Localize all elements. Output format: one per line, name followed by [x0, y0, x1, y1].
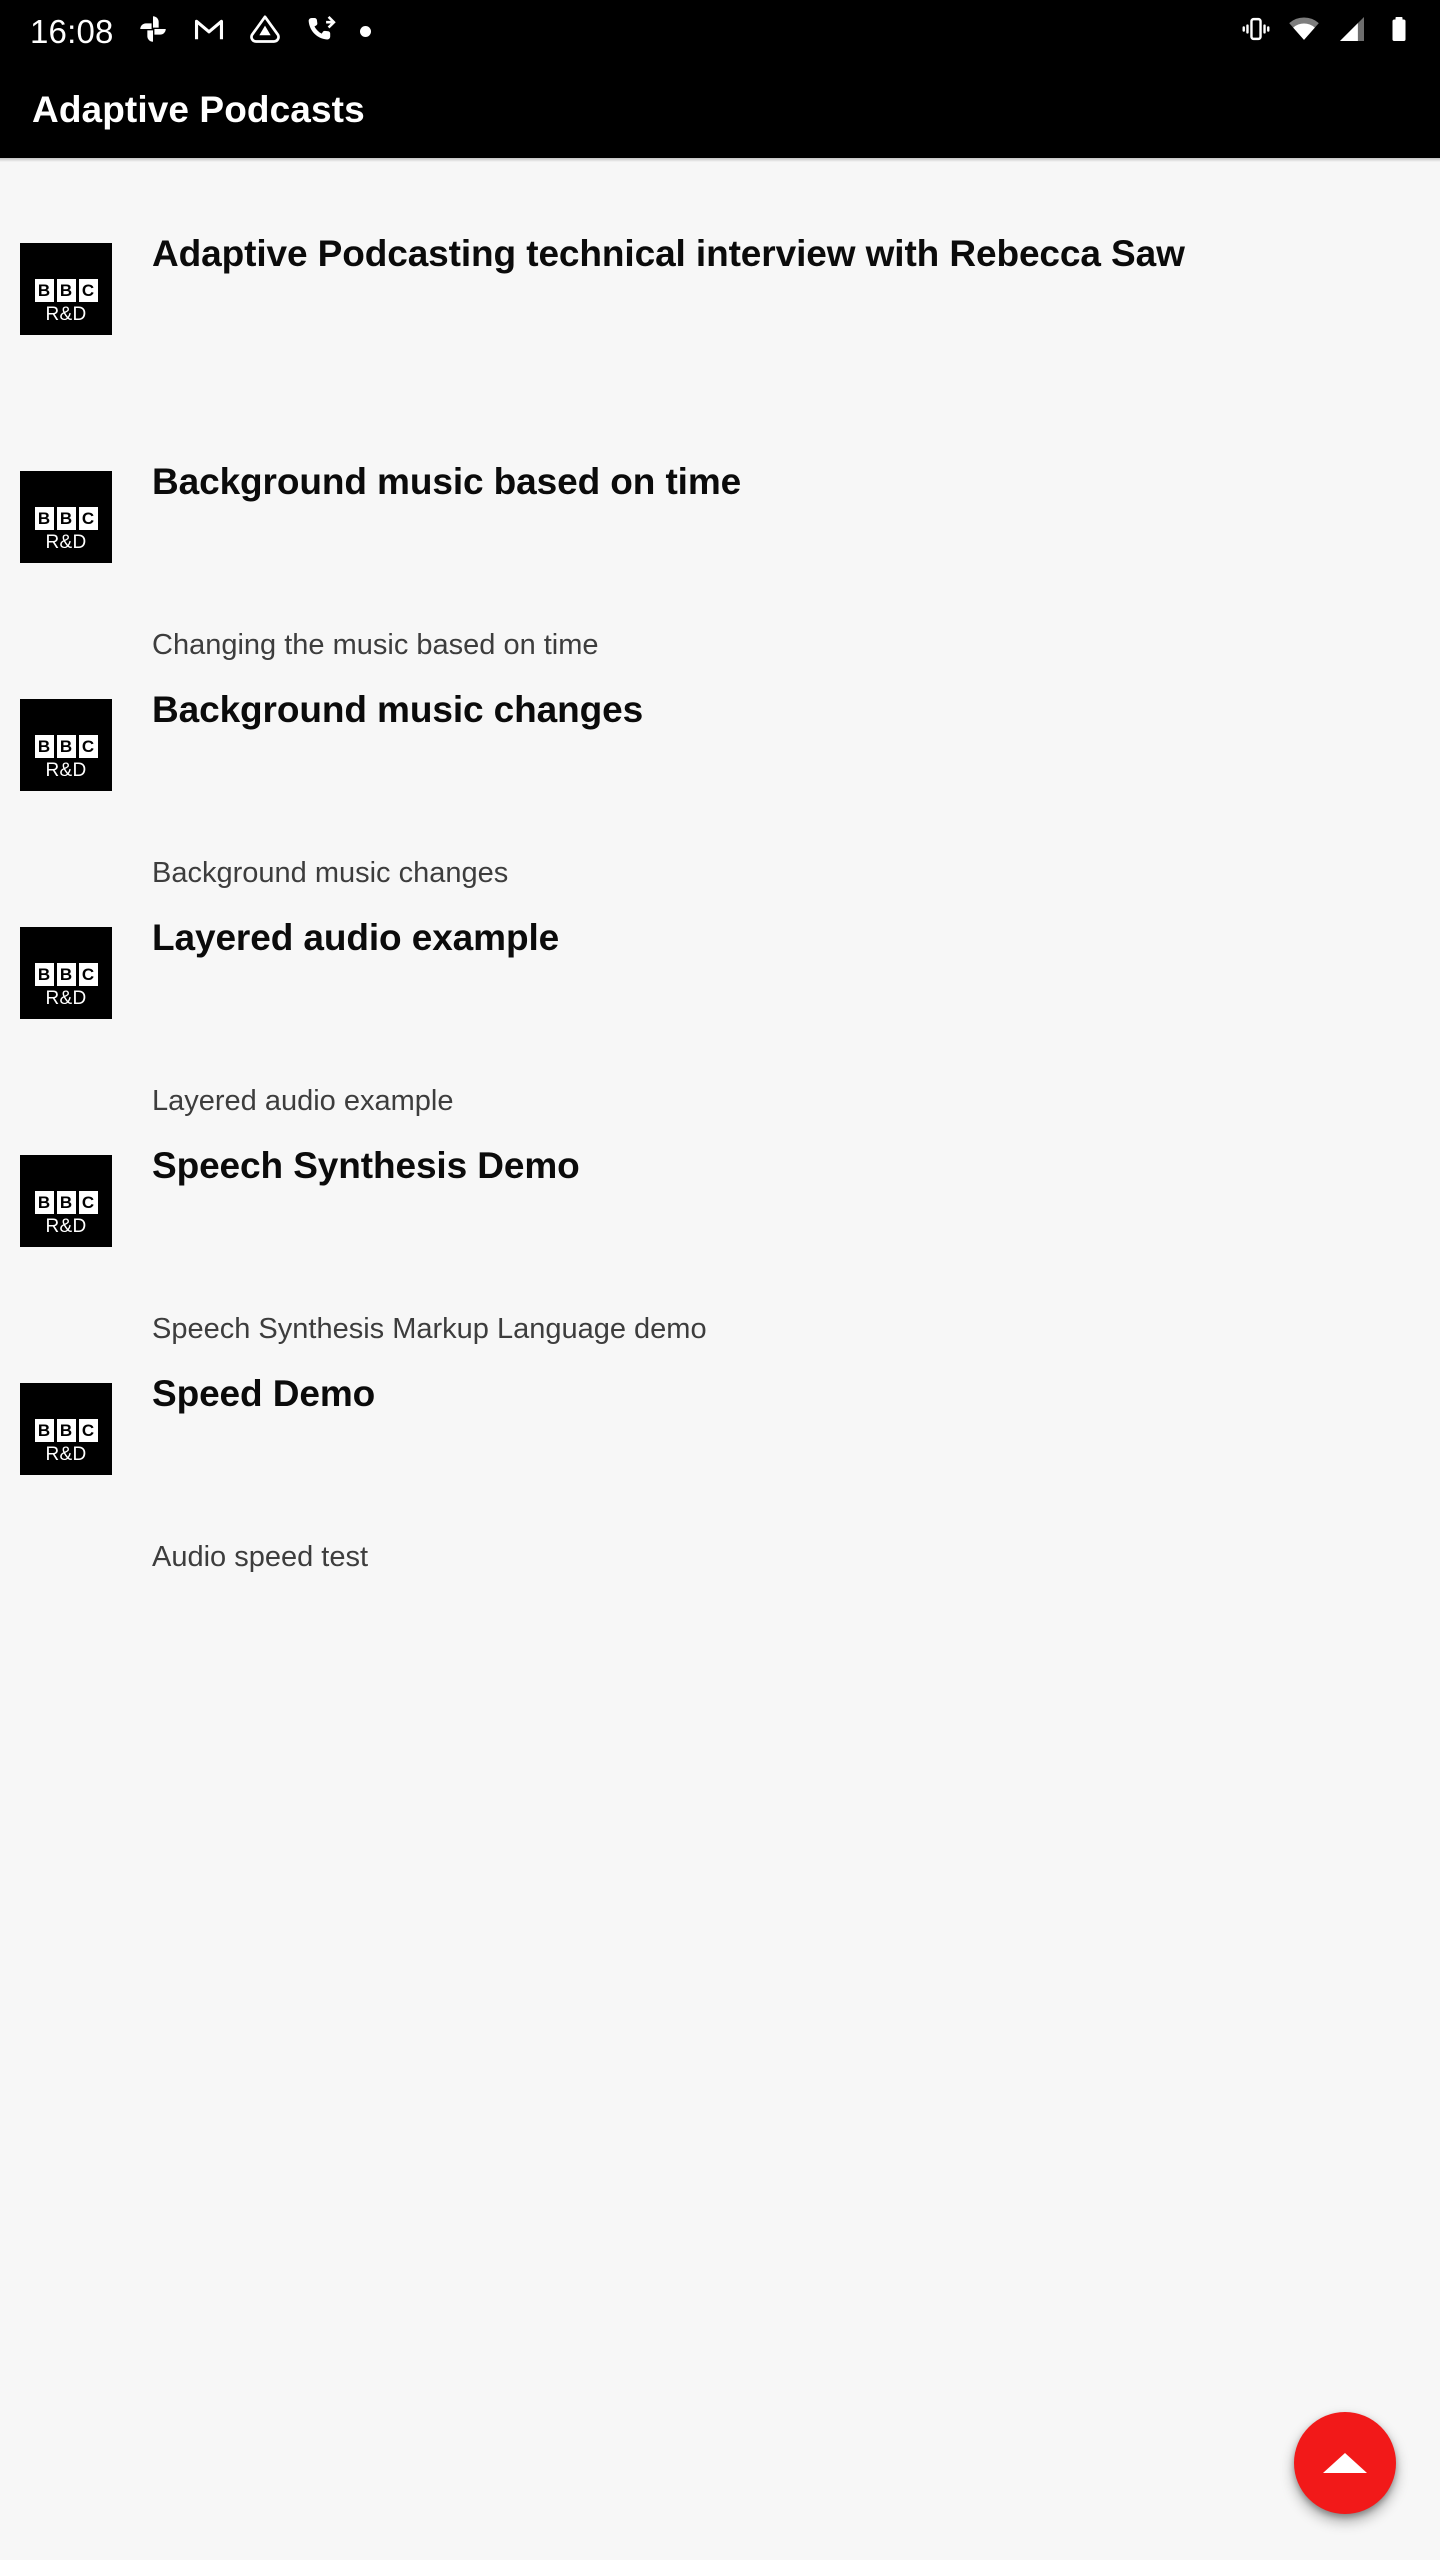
- battery-icon: [1384, 14, 1414, 49]
- gmail-icon: [192, 12, 226, 51]
- podcast-list: B B C R&D Adaptive Podcasting technical …: [0, 162, 1440, 1592]
- bbc-rd-thumbnail: B B C R&D: [20, 243, 112, 335]
- list-item-subtitle: Background music changes: [152, 857, 509, 889]
- bbc-letter: B: [34, 1419, 54, 1442]
- bbc-letter: C: [78, 279, 98, 302]
- bbc-rd-label: R&D: [45, 304, 87, 325]
- dot-icon: [359, 25, 371, 37]
- app-bar: Adaptive Podcasts: [0, 62, 1440, 158]
- wifi-icon: [1288, 13, 1320, 50]
- status-bar-right: [1240, 13, 1414, 50]
- list-item-title: Adaptive Podcasting technical interview …: [152, 233, 1185, 274]
- bbc-rd-thumbnail: B B C R&D: [20, 699, 112, 791]
- bbc-letter: C: [78, 1191, 98, 1214]
- list-item[interactable]: B B C R&D Speed Demo Audio speed test: [0, 1364, 1440, 1592]
- list-item-text: Layered audio example: [112, 908, 1342, 1019]
- bbc-rd-label: R&D: [45, 1216, 87, 1237]
- cellular-signal-icon: [1336, 13, 1368, 50]
- bbc-letter: B: [34, 507, 54, 530]
- status-bar-clock: 16:08: [30, 12, 114, 50]
- list-item-text: Background music changes: [112, 680, 1342, 791]
- status-bar: 16:08: [0, 0, 1440, 62]
- triangle-up-icon: [1323, 2453, 1367, 2473]
- bbc-rd-thumbnail: B B C R&D: [20, 471, 112, 563]
- bbc-rd-label: R&D: [45, 532, 87, 553]
- bbc-letter: B: [34, 963, 54, 986]
- list-item[interactable]: B B C R&D Speech Synthesis Demo Speech S…: [0, 1136, 1440, 1364]
- bbc-rd-label: R&D: [45, 1444, 87, 1465]
- bbc-letters: B B C: [34, 279, 98, 302]
- list-item-subtitle: Audio speed test: [152, 1541, 369, 1573]
- page-title: Adaptive Podcasts: [32, 89, 365, 130]
- drive-icon: [248, 12, 282, 51]
- list-item-title: Layered audio example: [152, 917, 560, 958]
- list-item[interactable]: B B C R&D Layered audio example Layered …: [0, 908, 1440, 1136]
- bbc-letter: B: [56, 279, 76, 302]
- bbc-rd-thumbnail: B B C R&D: [20, 927, 112, 1019]
- bbc-letters: B B C: [34, 1191, 98, 1214]
- bbc-letters: B B C: [34, 735, 98, 758]
- scroll-to-top-fab[interactable]: [1294, 2412, 1396, 2514]
- list-item-subtitle: Layered audio example: [152, 1085, 454, 1117]
- bbc-rd-thumbnail: B B C R&D: [20, 1155, 112, 1247]
- bbc-letter: B: [56, 507, 76, 530]
- bbc-letter: B: [56, 1191, 76, 1214]
- bbc-letter: C: [78, 507, 98, 530]
- list-item[interactable]: B B C R&D Adaptive Podcasting technical …: [0, 224, 1440, 452]
- call-forward-icon: [304, 12, 338, 51]
- bbc-letter: C: [78, 735, 98, 758]
- bbc-letters: B B C: [34, 1419, 98, 1442]
- bbc-letter: B: [34, 735, 54, 758]
- bbc-letters: B B C: [34, 963, 98, 986]
- list-item-text: Adaptive Podcasting technical interview …: [112, 224, 1342, 335]
- list-item[interactable]: B B C R&D Background music changes Backg…: [0, 680, 1440, 908]
- google-photos-icon: [136, 12, 170, 51]
- bbc-letter: B: [34, 279, 54, 302]
- bbc-letter: B: [56, 1419, 76, 1442]
- list-item-text: Speech Synthesis Demo: [112, 1136, 1342, 1247]
- list-item-title: Speech Synthesis Demo: [152, 1145, 580, 1186]
- list-item-title: Background music based on time: [152, 461, 742, 502]
- bbc-letter: C: [78, 1419, 98, 1442]
- list-item-text: Background music based on time: [112, 452, 1342, 563]
- vibrate-icon: [1240, 13, 1272, 50]
- bbc-letters: B B C: [34, 507, 98, 530]
- list-item[interactable]: B B C R&D Background music based on time…: [0, 452, 1440, 680]
- bbc-rd-label: R&D: [45, 988, 87, 1009]
- list-item-title: Background music changes: [152, 689, 644, 730]
- bbc-letter: B: [34, 1191, 54, 1214]
- bbc-letter: C: [78, 963, 98, 986]
- bbc-letter: B: [56, 735, 76, 758]
- status-bar-left: 16:08: [30, 12, 371, 51]
- list-item-text: Speed Demo: [112, 1364, 1342, 1475]
- list-item-subtitle: Changing the music based on time: [152, 629, 599, 661]
- list-item-title: Speed Demo: [152, 1373, 376, 1414]
- bbc-rd-label: R&D: [45, 760, 87, 781]
- bbc-rd-thumbnail: B B C R&D: [20, 1383, 112, 1475]
- bbc-letter: B: [56, 963, 76, 986]
- list-item-subtitle: Speech Synthesis Markup Language demo: [152, 1313, 707, 1345]
